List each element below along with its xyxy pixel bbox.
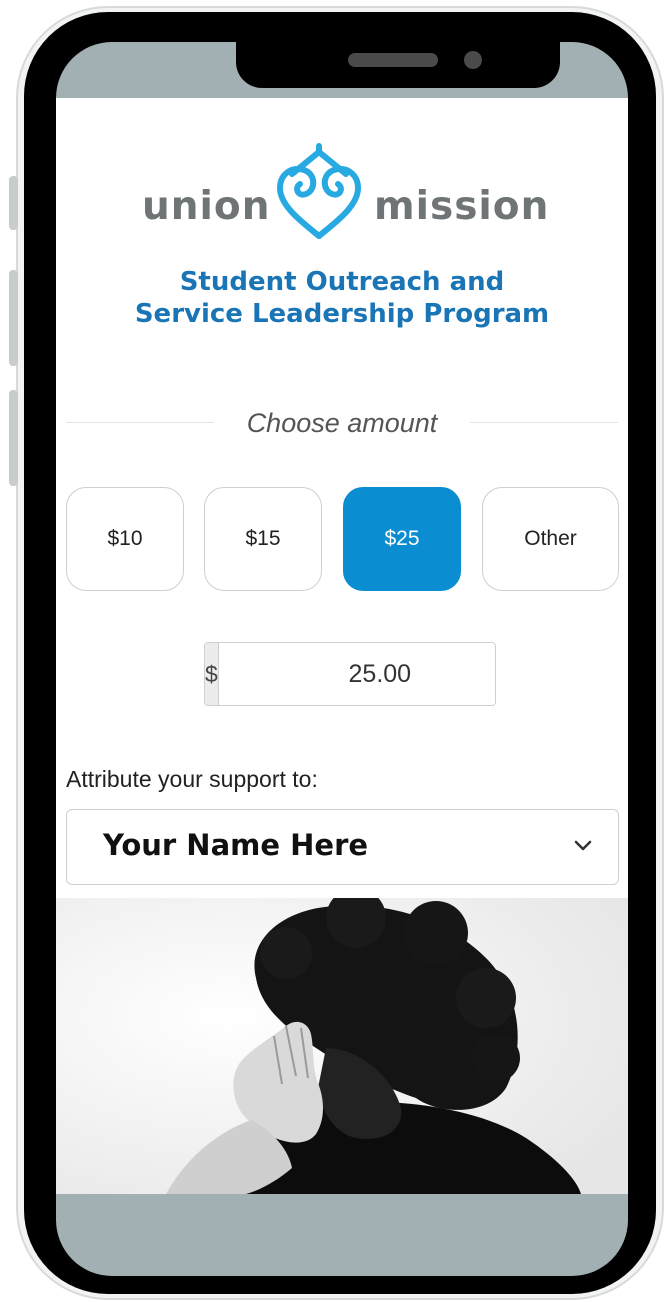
notch <box>236 42 560 88</box>
phone-screen: union mission Student Outreach and Servi… <box>56 42 628 1276</box>
amount-button-25[interactable]: $25 <box>343 487 461 591</box>
amount-button-10[interactable]: $10 <box>66 487 184 591</box>
logo-word-union: union <box>142 184 271 229</box>
union-mission-logo: union mission <box>142 136 548 246</box>
logo-word-mission: mission <box>374 184 550 229</box>
choose-amount-label: Choose amount <box>214 407 470 439</box>
volume-up-button <box>9 270 18 366</box>
hero-photo <box>56 898 628 1194</box>
attribution-select[interactable]: Your Name Here <box>66 809 619 885</box>
attribution-selected-value: Your Name Here <box>103 828 369 862</box>
amount-button-other[interactable]: Other <box>482 487 619 591</box>
amount-input-group: $ <box>204 642 496 706</box>
program-title-line-1: Student Outreach and <box>179 267 505 297</box>
volume-down-button <box>9 390 18 486</box>
program-title-line-2: Service Leadership Program <box>134 299 550 329</box>
donation-form: union mission Student Outreach and Servi… <box>56 98 628 1194</box>
program-title: Student Outreach and Service Leadership … <box>56 266 628 330</box>
amount-input[interactable] <box>218 643 495 705</box>
speaker-grille <box>348 53 438 67</box>
heart-house-icon <box>277 143 361 239</box>
currency-symbol: $ <box>205 643 219 705</box>
chevron-down-icon <box>574 840 592 851</box>
attribute-support-label: Attribute your support to: <box>66 766 318 792</box>
amount-button-15[interactable]: $15 <box>204 487 322 591</box>
front-camera <box>464 51 482 69</box>
mute-switch <box>9 176 18 230</box>
person-photo-illustration <box>56 898 628 1194</box>
